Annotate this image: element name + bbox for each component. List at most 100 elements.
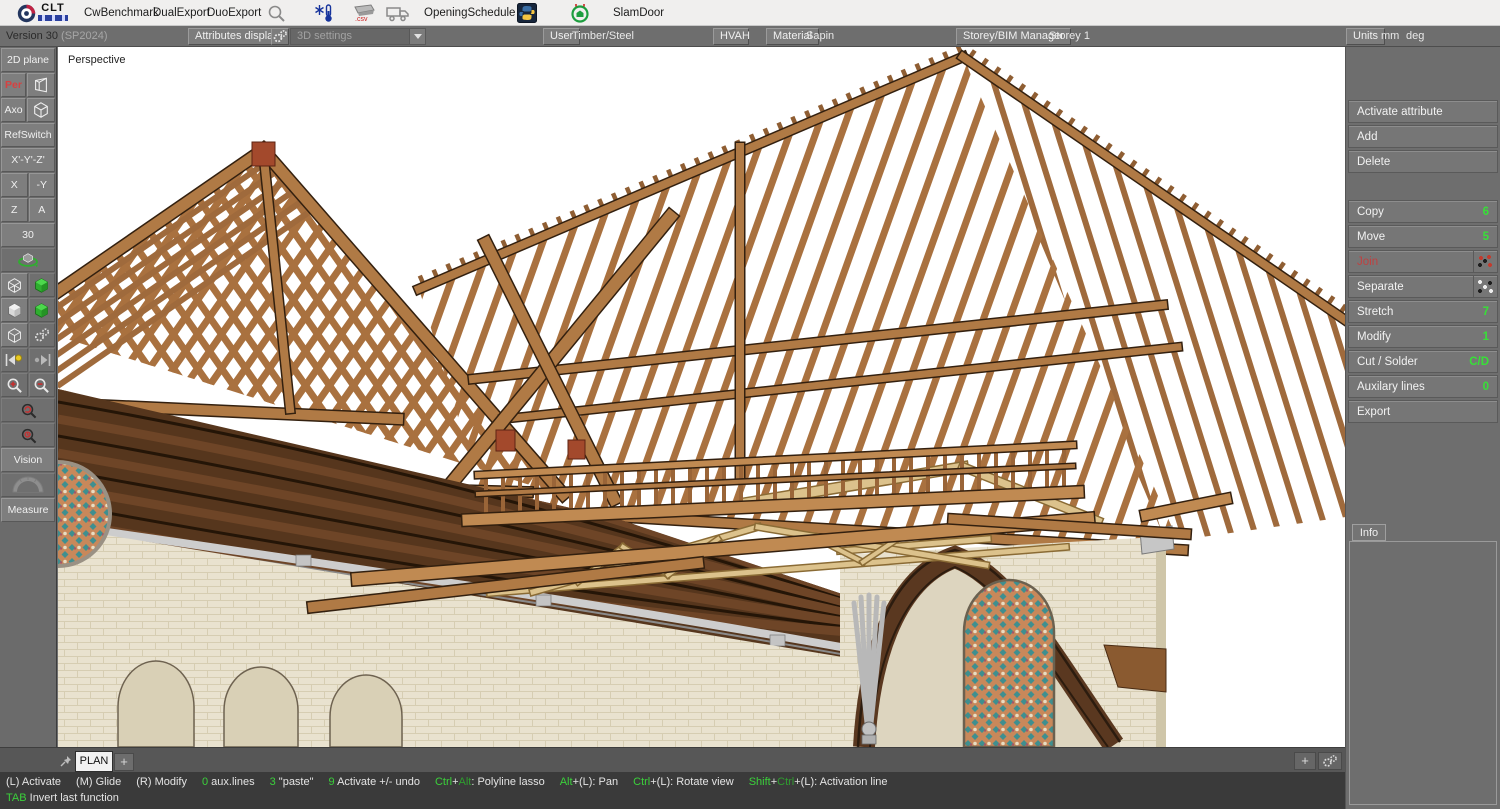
menu-duoexport[interactable]: DuoExport: [207, 0, 261, 26]
action-button-export[interactable]: Export: [1348, 400, 1498, 423]
red-dots-icon: [1473, 251, 1497, 272]
eco-building-icon[interactable]: [570, 3, 590, 23]
pin-icon[interactable]: [60, 754, 72, 772]
truck-icon[interactable]: [386, 3, 410, 23]
shortcut-hint: 3 "paste": [270, 776, 314, 788]
action-button-delete[interactable]: Delete: [1348, 150, 1498, 173]
shortcut-hint: (R) Modify: [136, 776, 187, 788]
shortcut-hint: TAB Invert last function: [6, 792, 119, 804]
units-button[interactable]: Units: [1346, 28, 1385, 45]
cad-application-window: CLT CwBenchmark DualExport DuoExport .cs…: [0, 0, 1500, 809]
view-mode-label: Perspective: [68, 54, 125, 66]
axo-cube-icon: [32, 101, 50, 119]
axis-a-button[interactable]: A: [29, 198, 56, 222]
button-label: Export: [1349, 406, 1497, 418]
white-cube-icon: [6, 302, 23, 319]
zoom-all-button[interactable]: [1, 423, 55, 447]
gears-icon: [33, 327, 51, 343]
display-settings-gear-button[interactable]: [271, 28, 289, 45]
wireframe-cube-icon: [6, 277, 23, 294]
menu-slamdoor[interactable]: SlamDoor: [613, 0, 664, 26]
csv-export-icon[interactable]: .csv: [351, 3, 377, 23]
action-button-add[interactable]: Add: [1348, 125, 1498, 148]
measure-button[interactable]: Measure: [1, 498, 55, 522]
zoom-in-button[interactable]: [1, 373, 28, 397]
refswitch-button[interactable]: RefSwitch: [1, 123, 55, 147]
button-label: Cut / Solder: [1349, 356, 1469, 368]
shortcut-hint: Ctrl+Alt: Polyline lasso: [435, 776, 545, 788]
menu-cwbenchmark[interactable]: CwBenchmark: [84, 0, 159, 26]
storey-value: Storey 1: [1049, 26, 1090, 47]
action-button-stretch[interactable]: Stretch7: [1348, 300, 1498, 323]
view-settings-gear-button[interactable]: [1318, 752, 1342, 770]
wireframe-display-button[interactable]: [1, 273, 28, 297]
shaded-display-button[interactable]: [29, 273, 56, 297]
prev-view-button[interactable]: [1, 348, 28, 372]
button-label: Stretch: [1349, 306, 1483, 318]
axis-x-button[interactable]: X: [1, 173, 28, 197]
clt-logo[interactable]: CLT: [38, 2, 68, 21]
next-view-button[interactable]: [29, 348, 56, 372]
action-button-copy[interactable]: Copy6: [1348, 200, 1498, 223]
timber-church-model: [58, 47, 1345, 747]
python-tool-icon[interactable]: [517, 3, 537, 23]
csv-label: .csv: [355, 16, 368, 23]
button-label: Modify: [1349, 331, 1483, 343]
axis-z-button[interactable]: Z: [1, 198, 28, 222]
info-panel: [1349, 541, 1497, 805]
axo-cube-icon-button[interactable]: [27, 98, 55, 122]
cadwork-logo-icon: [16, 3, 36, 23]
search-icon[interactable]: [266, 3, 286, 23]
3d-viewport[interactable]: Perspective: [58, 47, 1345, 747]
perspective-mode-button[interactable]: Per: [1, 73, 26, 97]
axo-mode-button[interactable]: Axo: [1, 98, 26, 122]
settings-toolbar: Version 30 (SP2024) Attributes display 3…: [0, 26, 1500, 47]
shaded2-display-button[interactable]: [29, 298, 56, 322]
action-button-separate[interactable]: Separate: [1348, 275, 1498, 298]
new-view-button[interactable]: +: [1294, 752, 1316, 770]
solid-display-button[interactable]: [1, 298, 28, 322]
thermometer-snowflake-icon[interactable]: [315, 3, 335, 23]
menu-dualexport[interactable]: DualExport: [153, 0, 210, 26]
units-mm-value: mm: [1381, 26, 1399, 47]
perspective-cube-icon: [32, 76, 50, 94]
action-button-modify[interactable]: Modify1: [1348, 325, 1498, 348]
rotate-view-button[interactable]: [1, 248, 55, 272]
action-button-auxilary-lines[interactable]: Auxilary lines0: [1348, 375, 1498, 398]
button-label: Separate: [1349, 281, 1473, 293]
zoom-previous-button[interactable]: [1, 398, 55, 422]
new-tab-button[interactable]: +: [114, 753, 134, 771]
units-deg-value: deg: [1406, 26, 1424, 47]
render-settings-button[interactable]: [29, 323, 56, 347]
outline-cube-icon: [6, 327, 23, 344]
shortcut-key: 7: [1483, 306, 1497, 318]
axis-neg-y-button[interactable]: -Y: [29, 173, 56, 197]
edit-panel: Activate attributeAddDelete Copy6Move5Joi…: [1345, 47, 1500, 809]
axes-button[interactable]: X'-Y'-Z': [1, 148, 55, 172]
perspective-cube-icon-button[interactable]: [27, 73, 55, 97]
action-button-join[interactable]: Join: [1348, 250, 1498, 273]
action-button-activate-attribute[interactable]: Activate attribute: [1348, 100, 1498, 123]
menu-openingschedule[interactable]: OpeningSchedule: [424, 0, 515, 26]
zoom-out-icon: [33, 377, 50, 394]
render-cube-button[interactable]: [1, 323, 28, 347]
wall-arch-opening: [118, 661, 194, 747]
protractor-button[interactable]: [1, 473, 55, 497]
3d-settings-dropdown[interactable]: 3D settings: [290, 28, 426, 45]
bw-dots-icon: [1473, 276, 1497, 297]
angle-step-button[interactable]: 30: [1, 223, 55, 247]
shortcut-hint: Ctrl+(L): Rotate view: [633, 776, 734, 788]
vision-button[interactable]: Vision: [1, 448, 55, 472]
statusbar-shortcuts-line2: TAB Invert last function: [6, 792, 134, 804]
zoom-out-button[interactable]: [29, 373, 56, 397]
2d-plane-button[interactable]: 2D plane: [1, 48, 55, 72]
action-button-move[interactable]: Move5: [1348, 225, 1498, 248]
shortcut-hint: (M) Glide: [76, 776, 121, 788]
info-tab[interactable]: Info: [1352, 524, 1386, 541]
right-sidebar-buttons: Activate attributeAddDelete Copy6Move5Joi…: [1346, 47, 1500, 423]
action-button-cut-solder[interactable]: Cut / SolderC/D: [1348, 350, 1498, 373]
left-toolbar: 2D plane Per Axo RefSwitch X'-Y'-Z' X -Y…: [0, 47, 57, 747]
dropdown-arrow-icon[interactable]: [409, 29, 425, 44]
green-cube-icon: [33, 277, 50, 294]
tab-plan[interactable]: PLAN: [75, 751, 113, 772]
